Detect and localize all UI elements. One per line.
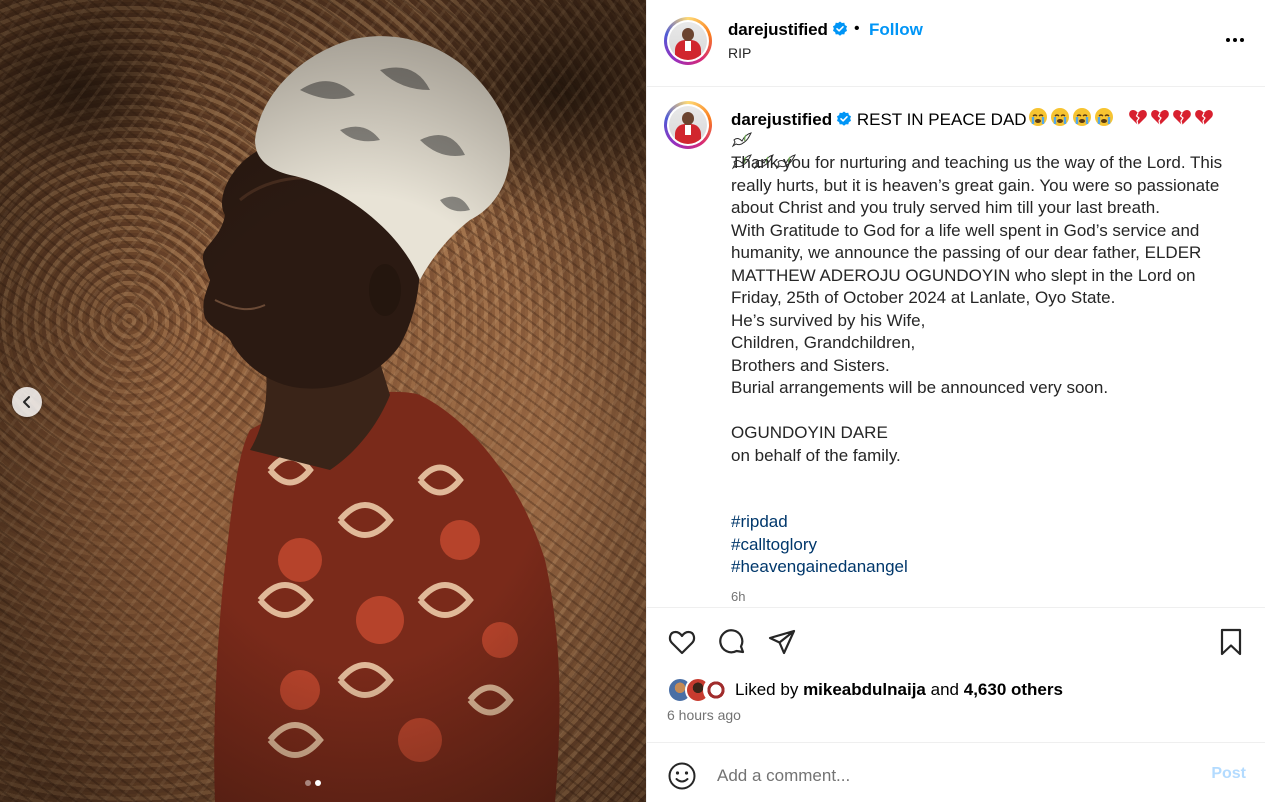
liker-username-link[interactable]: mikeabdulnaija: [803, 680, 926, 700]
liker-avatar[interactable]: [703, 677, 729, 703]
dove-icon: [732, 132, 752, 148]
liker-avatars: [667, 677, 731, 703]
caption-avatar[interactable]: [664, 101, 712, 149]
bookmark-icon: [1220, 628, 1242, 656]
carousel-previous-button[interactable]: [12, 387, 42, 417]
separator-dot: •: [854, 20, 860, 37]
likes-prefix: Liked by: [735, 680, 799, 699]
heart-icon: [668, 630, 696, 655]
post-photo: [0, 0, 646, 802]
like-button[interactable]: [667, 627, 697, 657]
post-timestamp[interactable]: 6 hours ago: [667, 707, 741, 723]
more-horizontal-icon: [1226, 38, 1244, 42]
crying-face-icon: [1094, 108, 1113, 126]
caption-time[interactable]: 6h: [731, 589, 745, 604]
caption-body: Thank you for nurturing and teaching us …: [731, 153, 1223, 465]
crying-emoji-group: [1027, 108, 1115, 129]
author-username[interactable]: darejustified: [728, 20, 828, 39]
broken-heart-icon: [1129, 110, 1148, 126]
emoji-picker-icon[interactable]: [667, 761, 697, 791]
share-icon: [768, 629, 796, 655]
avatar[interactable]: [664, 17, 712, 65]
broken-heart-emoji-group: [1127, 110, 1215, 129]
caption-hashtags: #ripdad #calltoglory #heavengainedanange…: [731, 511, 908, 579]
chevron-left-icon: [23, 396, 30, 408]
more-options-button[interactable]: [1223, 28, 1247, 52]
carousel-indicator: [305, 780, 321, 786]
comment-icon: [719, 629, 745, 654]
likes-connector: and: [930, 680, 959, 699]
avatar-image: [669, 106, 707, 144]
caption-headline: REST IN PEACE DAD: [856, 110, 1027, 129]
caption-username[interactable]: darejustified: [731, 110, 832, 129]
broken-heart-icon: [1195, 110, 1214, 126]
comment-button[interactable]: [717, 627, 747, 657]
crying-face-icon: [1028, 108, 1047, 126]
carousel-dot-active: [315, 780, 321, 786]
save-button[interactable]: [1216, 627, 1246, 657]
post-details-panel: darejustified • Follow RIP darejustified…: [646, 0, 1265, 802]
broken-heart-icon: [1173, 110, 1192, 126]
crying-face-icon: [1072, 108, 1091, 126]
post-comment-button[interactable]: Post: [1211, 765, 1246, 783]
verified-badge-icon: [832, 21, 847, 36]
comment-input[interactable]: [717, 763, 1157, 789]
author-username-link[interactable]: darejustified: [728, 20, 848, 40]
action-bar: [647, 620, 1265, 664]
caption-section: darejustified REST IN PEACE DAD Thank yo…: [647, 88, 1265, 608]
likes-others-link[interactable]: 4,630 others: [964, 680, 1063, 700]
avatar-image: [669, 22, 707, 60]
crying-face-icon: [1050, 108, 1069, 126]
hashtag-link[interactable]: #calltoglory: [731, 534, 908, 557]
broken-heart-icon: [1151, 110, 1170, 126]
verified-badge-icon: [837, 111, 852, 126]
follow-button[interactable]: Follow: [869, 20, 923, 40]
photo-vignette: [0, 0, 646, 802]
comment-composer: Post: [647, 742, 1265, 802]
hashtag-link[interactable]: #ripdad: [731, 511, 908, 534]
hashtag-link[interactable]: #heavengainedanangel: [731, 556, 908, 579]
post-subtitle: RIP: [728, 45, 752, 61]
post-header: darejustified • Follow RIP: [647, 0, 1265, 87]
carousel-dot: [305, 780, 311, 786]
likes-summary: Liked by mikeabdulnaija and 4,630 others: [667, 676, 1063, 704]
share-button[interactable]: [767, 627, 797, 657]
